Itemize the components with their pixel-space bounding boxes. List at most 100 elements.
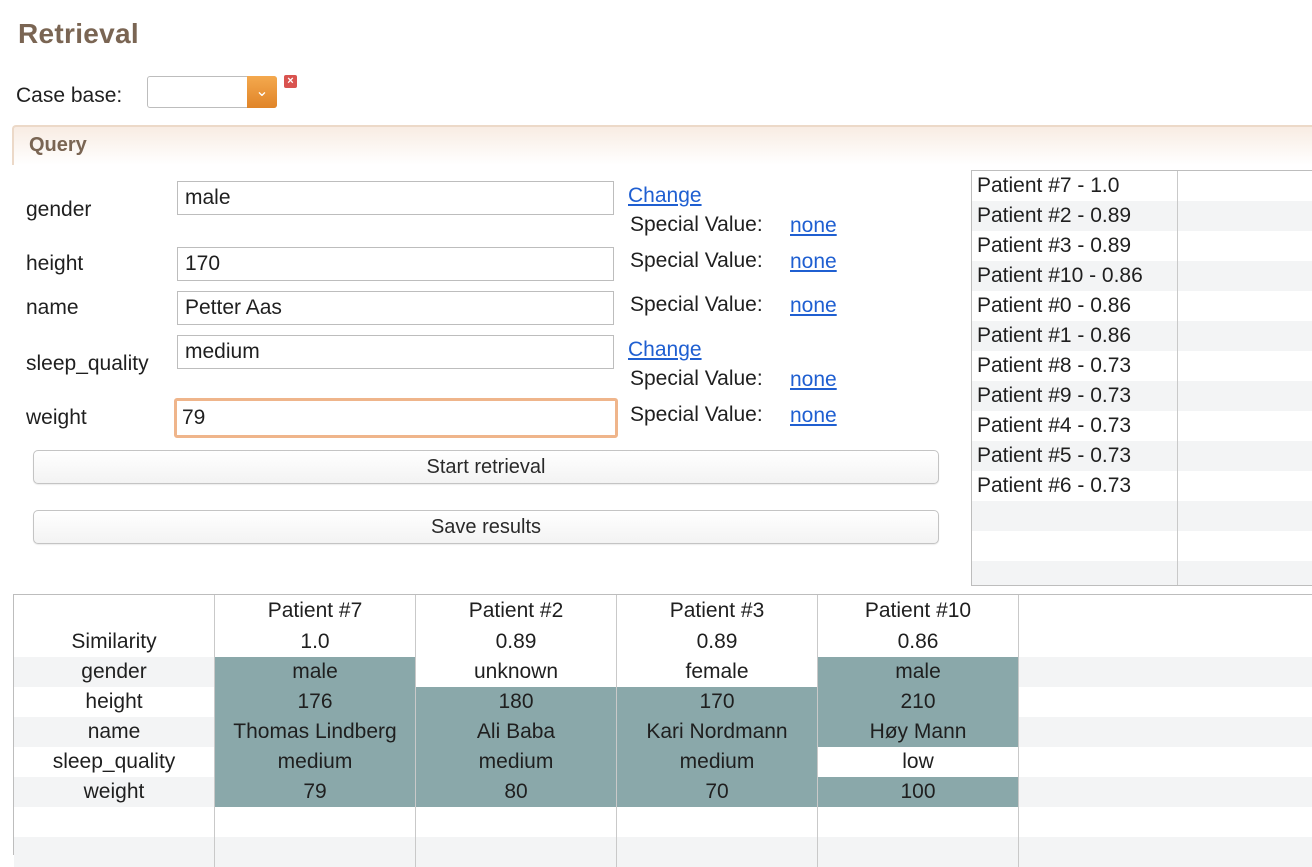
gender-special-link[interactable]: none [790, 214, 837, 238]
gender-special-label: Special Value: [630, 213, 763, 237]
close-icon[interactable]: × [284, 75, 297, 88]
field-label-name: name [26, 296, 79, 320]
result-list-item[interactable]: Patient #0 - 0.86 [972, 291, 1312, 321]
comparison-empty-cell [1019, 807, 1312, 837]
comparison-empty-cell [14, 837, 215, 867]
result-list-item[interactable]: Patient #1 - 0.86 [972, 321, 1312, 351]
start-retrieval-button[interactable]: Start retrieval [33, 450, 939, 484]
field-label-height: height [26, 252, 83, 276]
comparison-empty-cell [1019, 747, 1312, 777]
comparison-row: nameThomas LindbergAli BabaKari Nordmann… [14, 717, 1312, 747]
result-list-item [972, 531, 1312, 561]
weight-special-link[interactable]: none [790, 404, 837, 428]
comparison-row: weight798070100 [14, 777, 1312, 807]
query-panel-title: Query [29, 134, 87, 157]
comparison-empty-cell [416, 807, 617, 837]
weight-input[interactable] [174, 398, 618, 438]
comparison-cell: medium [617, 747, 818, 777]
sleep-quality-change-link[interactable]: Change [628, 338, 702, 362]
comparison-empty-column [1019, 595, 1312, 627]
comparison-row-label: Similarity [14, 627, 215, 657]
result-list-item[interactable]: Patient #10 - 0.86 [972, 261, 1312, 291]
weight-special-label: Special Value: [630, 403, 763, 427]
comparison-cell: male [818, 657, 1019, 687]
comparison-row-label: name [14, 717, 215, 747]
comparison-cell: Ali Baba [416, 717, 617, 747]
name-input[interactable] [177, 291, 614, 325]
gender-input[interactable] [177, 181, 614, 215]
comparison-corner [14, 595, 215, 627]
comparison-empty-cell [1019, 627, 1312, 657]
comparison-row: Similarity1.00.890.890.86 [14, 627, 1312, 657]
sleep-quality-input[interactable] [177, 335, 614, 369]
field-label-sleep-quality: sleep_quality [26, 352, 149, 376]
comparison-column-header: Patient #3 [617, 595, 818, 627]
comparison-cell: 0.89 [617, 627, 818, 657]
result-list-item[interactable]: Patient #6 - 0.73 [972, 471, 1312, 501]
comparison-row: sleep_qualitymediummediummediumlow [14, 747, 1312, 777]
comparison-cell: 80 [416, 777, 617, 807]
field-label-weight: weight [26, 406, 87, 430]
result-list-item[interactable]: Patient #4 - 0.73 [972, 411, 1312, 441]
sleep-quality-special-label: Special Value: [630, 367, 763, 391]
comparison-cell: 1.0 [215, 627, 416, 657]
name-special-link[interactable]: none [790, 294, 837, 318]
comparison-empty-cell [1019, 687, 1312, 717]
comparison-empty-cell [818, 837, 1019, 867]
comparison-table: Patient #7 Patient #2 Patient #3 Patient… [13, 594, 1312, 855]
comparison-cell: medium [416, 747, 617, 777]
comparison-row-label: height [14, 687, 215, 717]
comparison-column-header: Patient #7 [215, 595, 416, 627]
comparison-cell: female [617, 657, 818, 687]
query-panel-header: Query [12, 125, 1312, 165]
comparison-empty-cell [1019, 657, 1312, 687]
case-base-select[interactable]: ⌄ [147, 76, 277, 108]
comparison-column-header: Patient #10 [818, 595, 1019, 627]
comparison-row-label: gender [14, 657, 215, 687]
comparison-cell: medium [215, 747, 416, 777]
comparison-row-label: sleep_quality [14, 747, 215, 777]
comparison-empty-cell [617, 807, 818, 837]
comparison-cell: 70 [617, 777, 818, 807]
comparison-cell: 176 [215, 687, 416, 717]
comparison-empty-cell [215, 837, 416, 867]
comparison-row: height176180170210 [14, 687, 1312, 717]
comparison-empty-cell [818, 807, 1019, 837]
name-special-label: Special Value: [630, 293, 763, 317]
result-list-item [972, 501, 1312, 531]
comparison-cell: male [215, 657, 416, 687]
comparison-cell: Høy Mann [818, 717, 1019, 747]
comparison-empty-cell [1019, 837, 1312, 867]
height-special-link[interactable]: none [790, 250, 837, 274]
result-list-item[interactable]: Patient #7 - 1.0 [972, 171, 1312, 201]
comparison-row: gendermaleunknownfemalemale [14, 657, 1312, 687]
result-list-item [972, 561, 1312, 586]
field-label-gender: gender [26, 198, 91, 222]
comparison-empty-cell [617, 837, 818, 867]
comparison-cell: 0.86 [818, 627, 1019, 657]
comparison-column-header: Patient #2 [416, 595, 617, 627]
comparison-empty-cell [14, 807, 215, 837]
comparison-cell: 0.89 [416, 627, 617, 657]
height-input[interactable] [177, 247, 614, 281]
result-list-item[interactable]: Patient #5 - 0.73 [972, 441, 1312, 471]
results-list[interactable]: Patient #7 - 1.0Patient #2 - 0.89Patient… [971, 170, 1312, 586]
comparison-empty-row [14, 837, 1312, 867]
comparison-cell: 180 [416, 687, 617, 717]
comparison-cell: Kari Nordmann [617, 717, 818, 747]
comparison-empty-cell [215, 807, 416, 837]
comparison-empty-cell [1019, 777, 1312, 807]
result-list-item[interactable]: Patient #3 - 0.89 [972, 231, 1312, 261]
comparison-cell: low [818, 747, 1019, 777]
sleep-quality-special-link[interactable]: none [790, 368, 837, 392]
result-list-item[interactable]: Patient #9 - 0.73 [972, 381, 1312, 411]
page-title: Retrieval [18, 18, 139, 50]
chevron-down-icon[interactable]: ⌄ [247, 76, 277, 108]
comparison-empty-row [14, 807, 1312, 837]
result-list-item[interactable]: Patient #2 - 0.89 [972, 201, 1312, 231]
comparison-cell: 79 [215, 777, 416, 807]
gender-change-link[interactable]: Change [628, 184, 702, 208]
comparison-cell: 210 [818, 687, 1019, 717]
result-list-item[interactable]: Patient #8 - 0.73 [972, 351, 1312, 381]
save-results-button[interactable]: Save results [33, 510, 939, 544]
